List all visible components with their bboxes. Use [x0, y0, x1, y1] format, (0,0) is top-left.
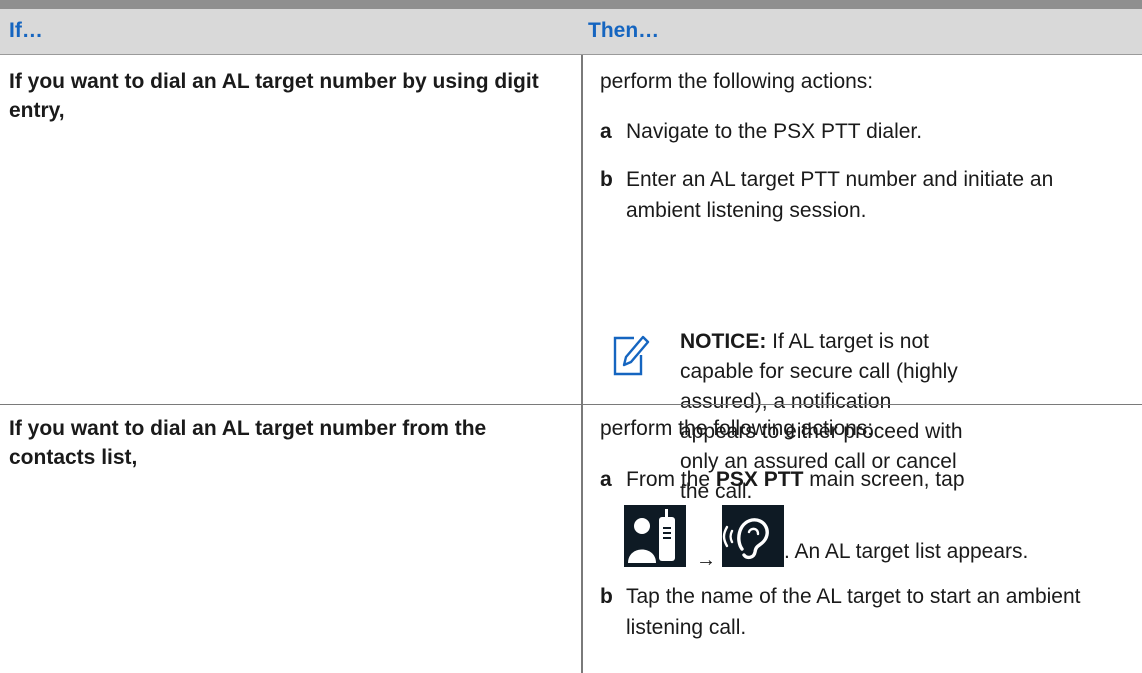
- if-then-table: If… Then… If you want to dial an AL targ…: [0, 9, 1142, 673]
- row2-step-b: b Tap the name of the AL target to start…: [600, 581, 1130, 643]
- table-top-rule: [0, 0, 1142, 9]
- step-letter: b: [600, 585, 613, 608]
- step-letter: a: [600, 120, 612, 143]
- step-text: From the PSX PTT main screen, tap: [626, 464, 1126, 495]
- step-text: Enter an AL target PTT number and initia…: [626, 168, 1054, 222]
- row2-condition: If you want to dial an AL target number …: [9, 417, 487, 469]
- notice-label: NOTICE:: [680, 330, 767, 353]
- row1-step-b: b Enter an AL target PTT number and init…: [600, 164, 1130, 226]
- row2-step-a: a From the PSX PTT main screen, tap: [600, 464, 1130, 495]
- arrow-glyph: →: [696, 549, 716, 571]
- table-header: If… Then…: [0, 9, 1142, 55]
- pencil-note-icon: [612, 335, 650, 377]
- row1-condition: If you want to dial an AL target number …: [9, 70, 539, 122]
- step-prefix: From the: [626, 468, 711, 491]
- row1-intro: perform the following actions:: [600, 70, 874, 93]
- row1-step-a: a Navigate to the PSX PTT dialer.: [600, 116, 1130, 147]
- header-if: If…: [9, 19, 43, 42]
- step-letter: a: [600, 468, 612, 491]
- row-divider: [0, 404, 1142, 405]
- ambient-listening-icon: [722, 505, 784, 567]
- step-tail-text: . An AL target list appears.: [784, 540, 1029, 563]
- step-suffix: main screen, tap: [809, 468, 965, 491]
- step-letter: b: [600, 168, 613, 191]
- header-then: Then…: [588, 19, 660, 42]
- column-divider: [581, 55, 583, 673]
- row2-intro: perform the following actions:: [600, 417, 874, 440]
- step-text: Navigate to the PSX PTT dialer.: [626, 120, 923, 143]
- app-name: PSX PTT: [715, 468, 804, 491]
- step-text: Tap the name of the AL target to start a…: [626, 585, 1081, 639]
- contacts-radio-icon: [624, 505, 686, 567]
